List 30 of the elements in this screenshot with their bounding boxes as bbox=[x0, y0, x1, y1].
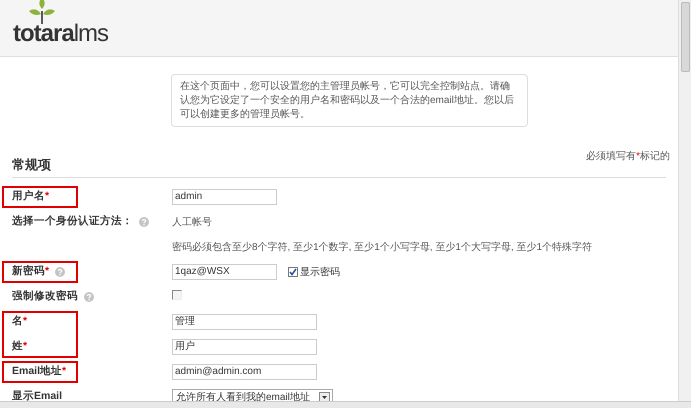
select-dropdown[interactable]: 允许所有人看到我的email地址 bbox=[172, 388, 333, 401]
field-label: 姓* bbox=[12, 339, 28, 354]
dropdown-arrow-icon bbox=[319, 392, 330, 401]
leaf-logo-icon bbox=[29, 0, 55, 24]
required-note: 必须填写有*标记的 bbox=[586, 150, 670, 164]
field-label: 用户名* bbox=[12, 189, 50, 204]
checkbox[interactable] bbox=[288, 267, 298, 277]
checkbox-label[interactable]: 显示密码 bbox=[300, 264, 340, 280]
input-field[interactable]: admin bbox=[172, 189, 277, 205]
input-field[interactable]: 1qaz@WSX bbox=[172, 264, 277, 280]
help-icon[interactable] bbox=[84, 292, 94, 302]
field-label: 新密码* bbox=[12, 264, 50, 280]
input-field[interactable]: admin@admin.com bbox=[172, 364, 317, 380]
password-rule-text: 密码必须包含至少8个字符, 至少1个数字, 至少1个小写字母, 至少1个大写字母, 至少1个特殊字符 bbox=[172, 240, 592, 254]
field-label: 显示Email bbox=[12, 389, 62, 401]
field-label: 选择一个身份认证方法： bbox=[12, 214, 133, 230]
input-field[interactable]: 管理 bbox=[172, 314, 317, 330]
field-label: Email地址* bbox=[12, 364, 66, 380]
field-label: 名* bbox=[12, 314, 28, 330]
scroll-thumb[interactable] bbox=[681, 2, 690, 72]
logo-text: totaralms bbox=[13, 22, 108, 46]
check-icon bbox=[289, 268, 297, 276]
field-label: 强制修改密码 bbox=[12, 289, 78, 304]
field-value: 人工帐号 bbox=[172, 216, 212, 230]
section-heading: 常规项 bbox=[12, 156, 51, 174]
input-field[interactable]: 用户 bbox=[172, 339, 317, 355]
help-icon[interactable] bbox=[139, 217, 149, 227]
checkbox[interactable] bbox=[172, 290, 182, 300]
info-box: 在这个页面中，您可以设置您的主管理员帐号，它可以完全控制站点。请确认您为它设定了一个安全的用户名和密码以及一个合法的email地址。您以后可以创建更多的管理员帐号。 bbox=[171, 74, 528, 127]
help-icon[interactable] bbox=[55, 267, 66, 277]
